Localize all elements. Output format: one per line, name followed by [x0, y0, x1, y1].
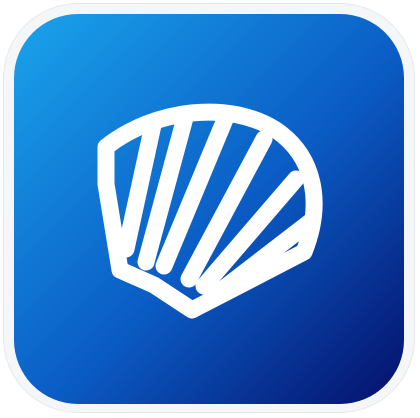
- scallop-shell-icon: [14, 14, 404, 404]
- icon-background: [14, 14, 404, 404]
- app-icon[interactable]: [0, 0, 420, 418]
- app-icon-face: [14, 14, 404, 404]
